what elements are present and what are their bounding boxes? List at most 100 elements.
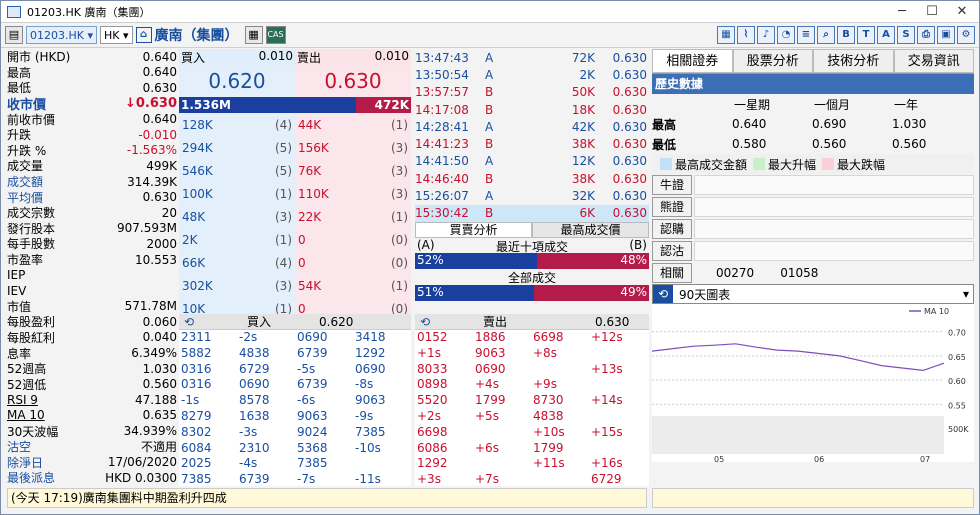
broker-cell[interactable]: +7s — [473, 472, 531, 488]
grid-icon[interactable]: ▦ — [717, 26, 735, 44]
broker-cell[interactable]: 0690 — [295, 330, 353, 346]
broker-cell[interactable]: 8578 — [237, 393, 295, 409]
ask-level[interactable]: 76K (3) — [295, 159, 411, 182]
broker-cell[interactable]: 1799 — [531, 441, 589, 457]
stock-code-input[interactable]: 01203.HK ▾ — [26, 26, 98, 44]
bid-level[interactable]: 48K (3) — [179, 205, 295, 228]
broker-cell[interactable]: 5520 — [415, 393, 473, 409]
broker-cell[interactable]: 6698 — [531, 330, 589, 346]
ask-level[interactable]: 0 (0) — [295, 251, 411, 274]
chart-icon[interactable]: ⌇ — [737, 26, 755, 44]
broker-cell[interactable]: 0690 — [237, 377, 295, 393]
broker-cell[interactable]: 9063 — [353, 393, 411, 409]
warrant-button[interactable]: 認購 — [652, 219, 692, 239]
broker-cell[interactable]: -7s — [295, 472, 353, 488]
broker-cell[interactable]: 2311 — [179, 330, 237, 346]
broker-cell[interactable]: -1s — [179, 393, 237, 409]
broker-cell[interactable] — [473, 425, 531, 441]
tab-0[interactable]: 相關證券 — [652, 49, 733, 73]
ask-level[interactable]: 0 (0) — [295, 228, 411, 251]
broker-cell[interactable]: +9s — [531, 377, 589, 393]
bid-level[interactable]: 100K (1) — [179, 182, 295, 205]
print-icon[interactable]: ⎙ — [917, 26, 935, 44]
tab-top-price[interactable]: 最高成交價 — [532, 221, 649, 238]
broker-cell[interactable]: 5882 — [179, 346, 237, 362]
broker-cell[interactable]: 9024 — [295, 425, 353, 441]
broker-cell[interactable]: 6084 — [179, 441, 237, 457]
broker-cell[interactable]: 6729 — [237, 362, 295, 378]
tab-2[interactable]: 技術分析 — [813, 49, 894, 73]
broker-cell[interactable] — [473, 456, 531, 472]
broker-cell[interactable]: +6s — [473, 441, 531, 457]
news-icon[interactable]: ≡ — [797, 26, 815, 44]
broker-cell[interactable]: 4838 — [531, 409, 589, 425]
broker-cell[interactable]: 1886 — [473, 330, 531, 346]
broker-cell[interactable]: 9063 — [473, 346, 531, 362]
ask-price[interactable]: 0.630 — [295, 65, 411, 97]
broker-cell[interactable]: 9063 — [295, 409, 353, 425]
news-ticker[interactable]: (今天 17:19)廣南集團料中期盈利升四成 — [7, 488, 647, 508]
broker-cell[interactable]: 3418 — [353, 330, 411, 346]
broker-cell[interactable]: +3s — [415, 472, 473, 488]
warrant-button[interactable]: 熊證 — [652, 197, 692, 217]
bid-price[interactable]: 0.620 — [179, 65, 295, 97]
chart-period-select[interactable]: ⟲ 90天圖表 ▾ — [652, 284, 974, 304]
broker-cell[interactable]: +11s — [531, 456, 589, 472]
maximize-icon[interactable]: ☐ — [917, 3, 947, 21]
bid-level[interactable]: 66K (4) — [179, 251, 295, 274]
broker-cell[interactable]: -11s — [353, 472, 411, 488]
broker-cell[interactable]: 6739 — [237, 472, 295, 488]
broker-cell[interactable] — [589, 409, 647, 425]
broker-cell[interactable]: 1638 — [237, 409, 295, 425]
broker-cell[interactable] — [531, 362, 589, 378]
broker-cell[interactable]: -9s — [353, 409, 411, 425]
broker-cell[interactable]: 6086 — [415, 441, 473, 457]
related-code-2[interactable]: 01058 — [780, 266, 818, 280]
ask-level[interactable]: 110K (3) — [295, 182, 411, 205]
broker-cell[interactable]: +16s — [589, 456, 647, 472]
broker-cell[interactable]: 0152 — [415, 330, 473, 346]
broker-cell[interactable]: +12s — [589, 330, 647, 346]
stock-name[interactable]: ⌂ 廣南（集團） — [135, 25, 239, 45]
bid-level[interactable]: 128K (4) — [179, 113, 295, 136]
broker-cell[interactable]: 6739 — [295, 346, 353, 362]
broker-cell[interactable]: 4838 — [237, 346, 295, 362]
a-icon[interactable]: A — [877, 26, 895, 44]
broker-cell[interactable] — [353, 456, 411, 472]
alert-icon[interactable]: ♪ — [757, 26, 775, 44]
broker-cell[interactable]: +8s — [531, 346, 589, 362]
broker-cell[interactable]: +2s — [415, 409, 473, 425]
tab-1[interactable]: 股票分析 — [732, 49, 813, 73]
broker-cell[interactable]: 0898 — [415, 377, 473, 393]
broker-cell[interactable]: 0316 — [179, 362, 237, 378]
price-chart[interactable]: 0.70 0.65 0.60 0.55 500K MA 10 05 06 07 — [651, 304, 974, 464]
calculator-icon[interactable]: ▦ — [244, 26, 263, 44]
broker-cell[interactable]: -3s — [237, 425, 295, 441]
b-icon[interactable]: B — [837, 26, 855, 44]
broker-cell[interactable]: +5s — [473, 409, 531, 425]
bid-level[interactable]: 546K (5) — [179, 159, 295, 182]
broker-cell[interactable]: 7385 — [295, 456, 353, 472]
tab-buy-sell-analysis[interactable]: 買賣分析 — [415, 221, 532, 238]
broker-cell[interactable]: 5368 — [295, 441, 353, 457]
bell-icon[interactable]: ◔ — [777, 26, 795, 44]
warrant-button[interactable]: 認沽 — [652, 241, 692, 261]
bid-level[interactable]: 302K (3) — [179, 274, 295, 297]
close-icon[interactable]: ✕ — [947, 3, 977, 21]
broker-cell[interactable]: -8s — [353, 377, 411, 393]
broker-cell[interactable]: +14s — [589, 393, 647, 409]
broker-cell[interactable]: 1799 — [473, 393, 531, 409]
refresh-icon[interactable]: ⟲ — [415, 315, 435, 329]
tab-3[interactable]: 交易資訊 — [893, 49, 974, 73]
broker-cell[interactable]: 1292 — [415, 456, 473, 472]
t-icon[interactable]: T — [857, 26, 875, 44]
market-select[interactable]: HK ▾ — [100, 26, 133, 44]
save-icon[interactable]: ▣ — [937, 26, 955, 44]
broker-cell[interactable]: -5s — [295, 362, 353, 378]
broker-cell[interactable]: +4s — [473, 377, 531, 393]
broker-cell[interactable]: 2310 — [237, 441, 295, 457]
broker-cell[interactable]: +1s — [415, 346, 473, 362]
cas-button[interactable]: CAS — [265, 26, 286, 44]
broker-cell[interactable] — [531, 472, 589, 488]
broker-cell[interactable]: 8302 — [179, 425, 237, 441]
